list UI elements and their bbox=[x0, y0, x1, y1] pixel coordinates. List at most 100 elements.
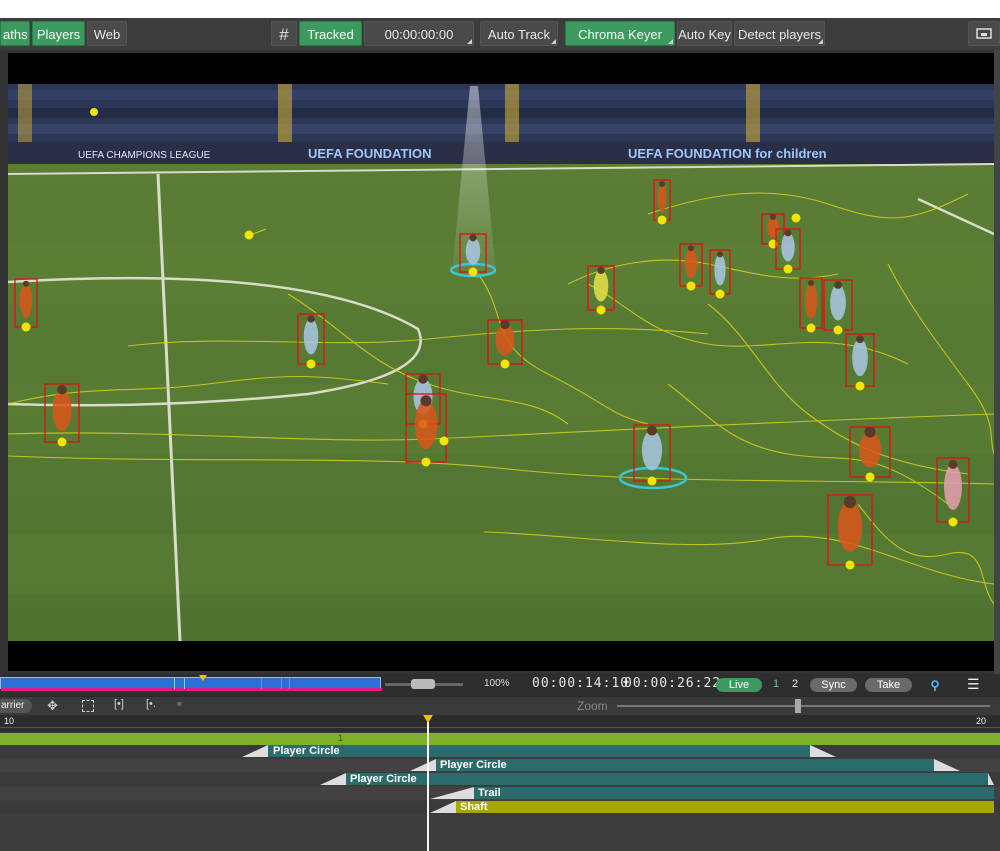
monitor-button[interactable] bbox=[968, 21, 1000, 46]
lock-icon: ● bbox=[176, 698, 183, 710]
player-position-marker bbox=[647, 476, 657, 486]
fit-icon[interactable]: [•] bbox=[114, 698, 124, 710]
fade-out-handle[interactable] bbox=[934, 759, 960, 771]
player-position-marker bbox=[657, 215, 667, 225]
banner-right: UEFA FOUNDATION for children bbox=[628, 146, 827, 161]
carrier-button[interactable]: arrier bbox=[0, 699, 32, 713]
chroma-keyer-button[interactable]: Chroma Keyer bbox=[565, 21, 675, 46]
track-row: Player Circle bbox=[0, 745, 1000, 758]
zoom-label: Zoom bbox=[577, 699, 608, 713]
detect-players-label: Detect players bbox=[737, 27, 822, 42]
select-icon[interactable] bbox=[82, 700, 94, 712]
banner-center: UEFA FOUNDATION bbox=[308, 146, 432, 161]
player-position-marker bbox=[57, 437, 67, 447]
tab-paths-label: aths bbox=[3, 27, 28, 42]
zoom-percent: 100% bbox=[484, 678, 510, 689]
auto-track-label: Auto Track bbox=[487, 27, 551, 42]
timeline-playhead[interactable] bbox=[423, 715, 433, 851]
banner-left: UEFA CHAMPIONS LEAGUE bbox=[78, 150, 211, 161]
auto-key-button[interactable]: Auto Key bbox=[677, 21, 732, 46]
channel-1-button[interactable]: 1 bbox=[773, 678, 779, 690]
timecode-field[interactable]: 00:00:00:00 bbox=[364, 21, 474, 46]
ball-marker bbox=[791, 213, 801, 223]
player-position-marker bbox=[833, 325, 843, 335]
player-position-marker bbox=[421, 457, 431, 467]
channel-2-button[interactable]: 2 bbox=[792, 678, 798, 690]
track-clip-player-circle[interactable]: Player Circle bbox=[346, 773, 988, 785]
tracked-label: Tracked bbox=[307, 27, 354, 42]
clip-label: Player Circle bbox=[440, 759, 507, 771]
fade-in-handle[interactable] bbox=[320, 773, 346, 785]
track-row: Player Circle bbox=[0, 759, 1000, 772]
track-row: Shaft bbox=[0, 801, 1000, 814]
track-clip-shaft[interactable]: Shaft bbox=[456, 801, 994, 813]
live-button[interactable]: Live bbox=[716, 678, 762, 692]
move-icon[interactable]: ✥ bbox=[47, 698, 58, 714]
player-position-marker bbox=[596, 305, 606, 315]
chroma-keyer-label: Chroma Keyer bbox=[578, 27, 662, 42]
trim-icon[interactable]: [•. bbox=[146, 698, 156, 710]
player-position-marker bbox=[845, 560, 855, 570]
ball-marker bbox=[244, 230, 254, 240]
track-clip-player-circle[interactable]: Player Circle bbox=[268, 745, 810, 757]
viewer-scrollbar[interactable] bbox=[994, 50, 1000, 674]
range-marker-label: 1 bbox=[338, 733, 344, 743]
player-position-marker bbox=[468, 267, 478, 277]
sync-button[interactable]: Sync bbox=[810, 678, 857, 692]
tracked-button[interactable]: Tracked bbox=[299, 21, 362, 46]
tab-players[interactable]: Players bbox=[32, 21, 85, 46]
player-position-marker bbox=[306, 359, 316, 369]
player-position-marker bbox=[686, 281, 696, 291]
player-position-marker bbox=[865, 472, 875, 482]
track-row: Player Circle bbox=[0, 773, 1000, 786]
pin-icon[interactable] bbox=[929, 679, 941, 691]
fade-in-handle[interactable] bbox=[430, 787, 474, 799]
timeline-toolbar: arrier ✥ [•] [•. ● Zoom bbox=[0, 696, 1000, 716]
ball-marker bbox=[90, 108, 98, 116]
ball-marker bbox=[439, 436, 449, 446]
timeline-range-bar[interactable]: 1 bbox=[0, 733, 1000, 745]
tab-players-label: Players bbox=[36, 27, 81, 42]
tab-web[interactable]: Web bbox=[87, 21, 127, 46]
current-time: 00:00:14:10 bbox=[532, 676, 630, 691]
player-position-marker bbox=[806, 323, 816, 333]
clip-label: Shaft bbox=[460, 801, 488, 813]
pitch-scene: UEFA CHAMPIONS LEAGUE UEFA FOUNDATION UE… bbox=[8, 84, 994, 641]
fade-in-handle[interactable] bbox=[242, 745, 268, 757]
player-position-marker bbox=[500, 359, 510, 369]
ruler-start-label: 10 bbox=[4, 716, 15, 726]
top-toolbar: aths Players Web # Tracked 00:00:00:00 A… bbox=[0, 18, 1000, 51]
player-position-marker bbox=[783, 264, 793, 274]
ruler-end-label: 20 bbox=[976, 716, 987, 726]
player-position-marker bbox=[948, 517, 958, 527]
live-label: Live bbox=[728, 679, 750, 691]
auto-track-button[interactable]: Auto Track bbox=[480, 21, 558, 46]
detect-players-button[interactable]: Detect players bbox=[734, 21, 825, 46]
grid-icon: # bbox=[279, 25, 289, 44]
mini-timeline[interactable] bbox=[0, 675, 382, 691]
player-position-marker bbox=[21, 322, 31, 332]
track-clip-trail[interactable]: Trail bbox=[474, 787, 994, 799]
grid-button[interactable]: # bbox=[271, 21, 297, 46]
auto-key-label: Auto Key bbox=[678, 27, 731, 42]
fade-in-handle[interactable] bbox=[410, 759, 436, 771]
menu-icon[interactable]: ☰ bbox=[967, 676, 980, 693]
fade-out-handle[interactable] bbox=[810, 745, 836, 757]
take-label: Take bbox=[876, 679, 901, 691]
zoom-slider[interactable] bbox=[617, 699, 990, 713]
video-frame[interactable]: UEFA CHAMPIONS LEAGUE UEFA FOUNDATION UE… bbox=[8, 53, 994, 671]
take-button[interactable]: Take bbox=[865, 678, 912, 692]
tab-web-label: Web bbox=[93, 27, 121, 42]
timeline-ruler[interactable]: 10 20 bbox=[0, 715, 1000, 732]
fade-in-handle[interactable] bbox=[430, 801, 456, 813]
sync-label: Sync bbox=[821, 679, 846, 691]
track-clip-player-circle[interactable]: Player Circle bbox=[436, 759, 934, 771]
fade-out-handle[interactable] bbox=[988, 773, 994, 785]
monitor-icon bbox=[976, 28, 992, 39]
football-pitch-video[interactable]: UEFA CHAMPIONS LEAGUE UEFA FOUNDATION UE… bbox=[8, 84, 994, 641]
clip-label: Trail bbox=[478, 787, 501, 799]
clip-label: Player Circle bbox=[273, 745, 340, 757]
volume-slider[interactable] bbox=[385, 679, 463, 689]
mini-playhead[interactable] bbox=[199, 675, 207, 681]
tab-paths[interactable]: aths bbox=[0, 21, 30, 46]
